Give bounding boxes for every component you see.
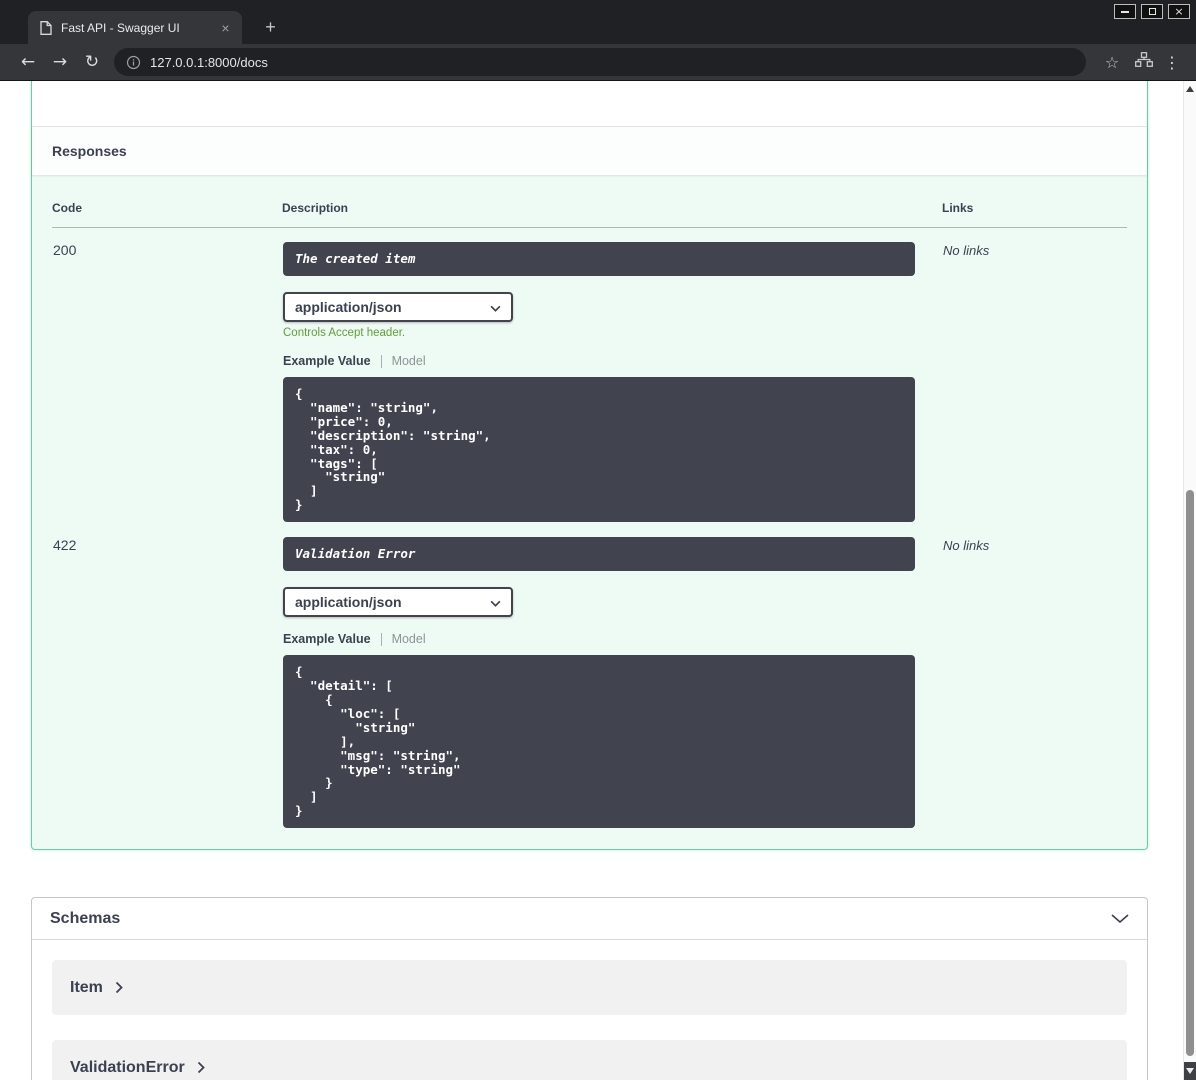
schemas-body: Item ValidationError	[32, 940, 1147, 1080]
address-bar[interactable]: 127.0.0.1:8000/docs	[114, 48, 1086, 76]
accept-header-note: Controls Accept header.	[283, 327, 406, 339]
example-value-tab[interactable]: Example Value	[283, 354, 371, 368]
tab-divider	[380, 632, 382, 646]
schemas-header[interactable]: Schemas	[32, 898, 1147, 941]
example-model-tabs: Example Value Model	[283, 353, 941, 369]
window-minimize-button[interactable]	[1114, 4, 1136, 19]
response-links: No links	[943, 538, 990, 554]
menu-button[interactable]: ⋮	[1160, 53, 1184, 72]
tab-close-button[interactable]: ×	[217, 19, 234, 36]
response-row-200: 200 The created item application/json Co…	[52, 228, 1127, 524]
model-name: ValidationError	[70, 1058, 185, 1076]
column-header-links: Links	[942, 191, 1127, 228]
minimize-icon	[1121, 10, 1129, 13]
info-icon[interactable]	[126, 55, 141, 70]
scroll-down-button[interactable]	[1184, 1062, 1196, 1080]
close-icon: ×	[1174, 4, 1184, 18]
forward-button[interactable]: →	[44, 52, 76, 72]
browser-toolbar: ← → ↻ 127.0.0.1:8000/docs ☆ ⋮	[0, 44, 1196, 80]
browser-tab[interactable]: Fast API - Swagger UI ×	[28, 11, 242, 44]
browser-window: × Fast API - Swagger UI × + ← → ↻ 127.0.…	[0, 0, 1196, 1080]
example-json: { "detail": [ { "loc": [ "string" ], "ms…	[283, 655, 915, 829]
tab-divider	[380, 354, 382, 368]
swagger-ui-content: Responses Code Description Links 200 The…	[0, 81, 1183, 1080]
response-description: The created item	[283, 242, 915, 276]
scrollbar[interactable]	[1183, 81, 1196, 1080]
new-tab-button[interactable]: +	[258, 15, 283, 40]
response-code: 422	[53, 537, 77, 554]
model-tab[interactable]: Model	[392, 354, 426, 368]
media-type-select[interactable]: application/json	[283, 587, 513, 618]
window-titlebar: × Fast API - Swagger UI × +	[0, 0, 1196, 44]
model-tab[interactable]: Model	[392, 632, 426, 646]
opblock-post: Responses Code Description Links 200 The…	[31, 81, 1148, 851]
chevron-right-icon	[115, 981, 123, 994]
chevron-down-icon	[490, 299, 501, 315]
media-type-select[interactable]: application/json	[283, 292, 513, 322]
maximize-icon	[1148, 8, 1156, 15]
column-header-description: Description	[282, 191, 942, 228]
schemas-section: Schemas Item ValidationError	[31, 897, 1148, 1080]
schemas-title: Schemas	[50, 909, 121, 927]
request-section-bottom	[32, 81, 1147, 127]
model-validationerror[interactable]: ValidationError	[52, 1040, 1127, 1080]
chevron-down-icon	[490, 594, 501, 610]
media-type-value: application/json	[295, 299, 402, 315]
chevron-down-icon	[1111, 910, 1129, 928]
media-type-value: application/json	[295, 594, 402, 611]
window-controls: ×	[1114, 4, 1190, 19]
responses-section-header: Responses	[32, 127, 1147, 175]
triangle-up-icon	[1186, 85, 1194, 92]
reload-button[interactable]: ↻	[76, 52, 108, 72]
column-header-code: Code	[52, 191, 282, 228]
window-maximize-button[interactable]	[1141, 4, 1163, 19]
responses-body: Code Description Links 200 The created i…	[32, 175, 1147, 849]
responses-title: Responses	[52, 143, 127, 159]
window-close-button[interactable]: ×	[1168, 4, 1190, 19]
model-name: Item	[70, 978, 103, 996]
tab-title: Fast API - Swagger UI	[61, 20, 180, 35]
response-links: No links	[943, 243, 990, 258]
url-text: 127.0.0.1:8000/docs	[150, 54, 268, 70]
example-model-tabs: Example Value Model	[283, 631, 941, 647]
example-json: { "name": "string", "price": 0, "descrip…	[283, 377, 915, 523]
example-value-tab[interactable]: Example Value	[283, 632, 371, 646]
response-row-422: 422 Validation Error application/json Ex…	[52, 523, 1127, 829]
triangle-down-icon	[1186, 1068, 1194, 1074]
response-description: Validation Error	[283, 537, 915, 572]
response-code: 200	[53, 242, 77, 258]
responses-table: Code Description Links 200 The created i…	[52, 191, 1127, 829]
scroll-up-button[interactable]	[1184, 81, 1196, 96]
bookmark-star-icon[interactable]: ☆	[1096, 53, 1128, 72]
sitemap-icon[interactable]	[1128, 52, 1160, 72]
document-icon	[40, 20, 52, 35]
model-item[interactable]: Item	[52, 960, 1127, 1016]
chevron-right-icon	[197, 1061, 205, 1074]
back-button[interactable]: ←	[12, 52, 44, 72]
page: Responses Code Description Links 200 The…	[0, 80, 1196, 1080]
scrollbar-thumb[interactable]	[1186, 490, 1194, 1056]
